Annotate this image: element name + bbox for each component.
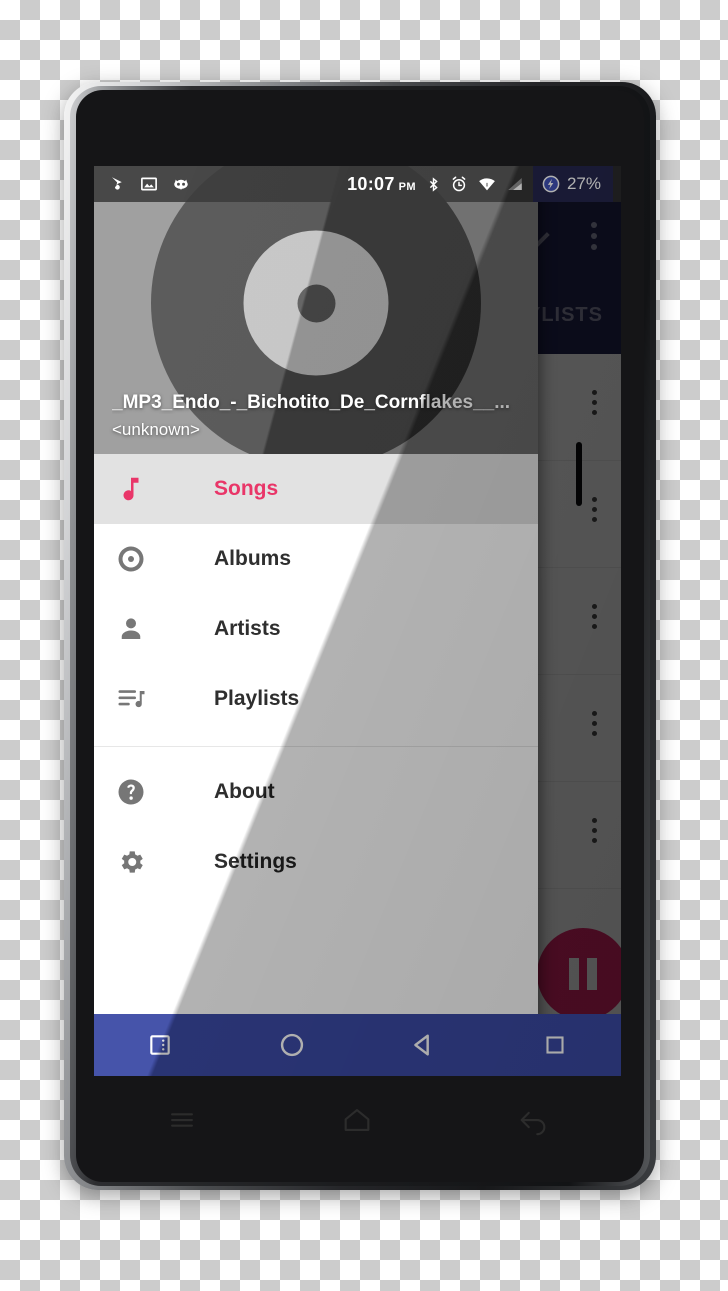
music-note-icon — [116, 474, 166, 504]
alarm-icon — [450, 175, 468, 193]
cyanogenmod-icon — [171, 175, 191, 193]
battery-charging-icon — [541, 174, 561, 194]
clock-time: 10:07 — [347, 173, 395, 194]
home-key[interactable] — [322, 1090, 392, 1150]
sidebar-item-label: Playlists — [214, 687, 300, 710]
signal-icon — [506, 175, 524, 193]
sidebar-item-label: About — [214, 780, 275, 803]
system-navigation-bar — [94, 1014, 621, 1076]
sidebar-item-settings[interactable]: Settings — [94, 827, 538, 897]
drawer-divider — [94, 746, 538, 747]
person-icon — [116, 614, 166, 644]
sidebar-item-about[interactable]: About — [94, 757, 538, 827]
back-key[interactable] — [498, 1090, 568, 1150]
playlist-icon — [116, 684, 166, 714]
back-button[interactable] — [383, 1014, 463, 1076]
sidebar-item-label: Settings — [214, 850, 297, 873]
sidebar-item-label: Songs — [214, 477, 279, 500]
drawer-header[interactable]: _MP3_Endo_-_Bichotito_De_Cornflakes__...… — [94, 166, 538, 454]
sidebar-item-songs[interactable]: Songs — [94, 454, 538, 524]
album-disc-icon — [116, 544, 166, 574]
home-button[interactable] — [252, 1014, 332, 1076]
location-pin-icon — [109, 175, 127, 193]
phone-bezel: AYLISTS — [76, 90, 644, 1182]
bluetooth-icon — [426, 175, 441, 194]
now-playing-info: _MP3_Endo_-_Bichotito_De_Cornflakes__...… — [112, 392, 528, 440]
sidebar-item-playlists[interactable]: Playlists — [94, 664, 538, 734]
track-title: _MP3_Endo_-_Bichotito_De_Cornflakes__... — [112, 392, 511, 413]
sidebar-item-label: Albums — [214, 547, 292, 570]
clock-ampm: PM — [398, 180, 416, 193]
sidebar-item-artists[interactable]: Artists — [94, 594, 538, 664]
menu-button[interactable] — [120, 1014, 200, 1076]
status-bar-clock: 10:07 PM — [191, 174, 426, 195]
page-root: AYLISTS — [0, 0, 728, 1291]
sidebar-item-albums[interactable]: Albums — [94, 524, 538, 594]
status-bar-left-icons — [94, 175, 191, 193]
image-icon — [140, 175, 158, 193]
wifi-icon — [477, 175, 497, 193]
navigation-drawer: _MP3_Endo_-_Bichotito_De_Cornflakes__...… — [94, 166, 538, 1076]
recents-button[interactable] — [515, 1014, 595, 1076]
gear-icon — [116, 847, 166, 877]
phone-screen: AYLISTS — [94, 166, 621, 1076]
capacitive-key-row — [94, 1080, 621, 1160]
drawer-menu-list: Songs Albums Artists Playlists About Set… — [94, 454, 538, 1076]
menu-key[interactable] — [147, 1090, 217, 1150]
status-badge: 27% — [532, 166, 613, 202]
track-artist: <unknown> — [112, 420, 200, 439]
battery-level: 27% — [566, 174, 601, 193]
status-bar-right-icons: 27% — [426, 166, 621, 202]
status-bar: 10:07 PM 27% — [94, 166, 621, 202]
help-circle-icon — [116, 777, 166, 807]
sidebar-item-label: Artists — [214, 617, 281, 640]
